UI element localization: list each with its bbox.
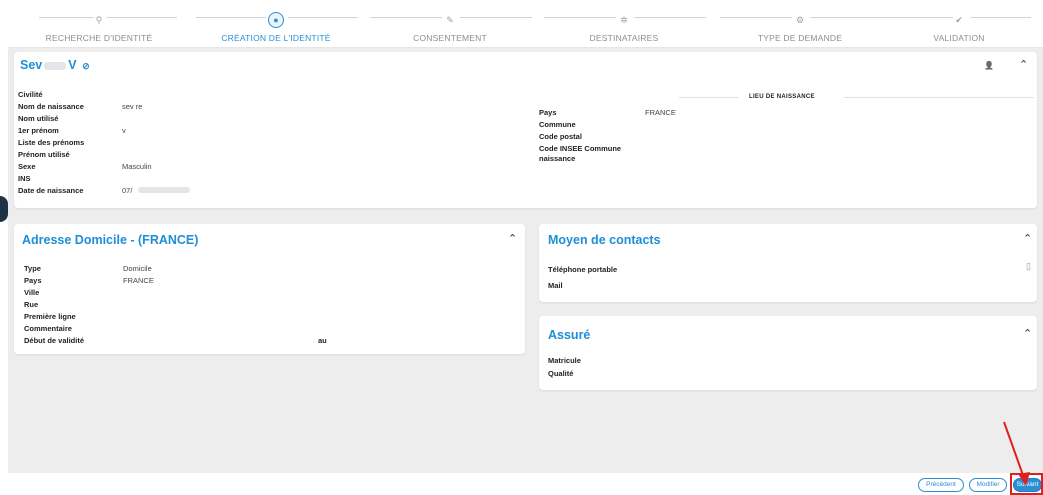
identity-name: Sev V ⊘ <box>20 58 90 72</box>
step-identity-search[interactable]: ⚲ RECHERCHE D'IDENTITÉ <box>19 10 179 43</box>
step-recipients[interactable]: ✲ DESTINATAIRES <box>544 10 706 43</box>
step-identity-creation[interactable]: ● CRÉATION DE L'IDENTITÉ <box>196 10 358 43</box>
side-panel-toggle[interactable] <box>0 196 8 222</box>
collapse-chevron-icon[interactable]: ⌃ <box>1023 327 1032 340</box>
contacts-title: Moyen de contacts <box>548 233 661 247</box>
collapse-chevron-icon[interactable]: ⌃ <box>508 232 517 245</box>
insured-title: Assuré <box>548 328 591 342</box>
workspace: Sev V ⊘ 👤 ⌃ Civilité Nom de naissance sev … <box>8 48 1043 473</box>
check-icon: ✔ <box>955 15 963 25</box>
step-validation[interactable]: ✔ VALIDATION <box>879 10 1039 43</box>
verified-icon: ⊘ <box>82 61 90 71</box>
pointer-arrow-icon <box>1003 421 1030 486</box>
address-title: Adresse Domicile - (FRANCE) <box>22 233 199 247</box>
phone-icon: ▯ <box>1026 261 1031 271</box>
step-label: TYPE DE DEMANDE <box>757 33 843 43</box>
insured-card: Assuré ⌃ Matricule Qualité <box>539 316 1037 390</box>
contacts-card: Moyen de contacts ⌃ Téléphone portable ▯… <box>539 224 1037 302</box>
wizard-stepper: ⚲ RECHERCHE D'IDENTITÉ ● CRÉATION DE L'I… <box>8 6 1043 48</box>
collapse-chevron-icon[interactable]: ⌃ <box>1019 58 1028 71</box>
collapse-chevron-icon[interactable]: ⌃ <box>1023 232 1032 245</box>
step-consent[interactable]: ✎ CONSENTEMENT <box>370 10 532 43</box>
settings-icon: ⚙ <box>795 15 805 25</box>
edit-icon: ✎ <box>446 15 454 25</box>
address-card: Adresse Domicile - (FRANCE) ⌃ Type Domici… <box>14 224 525 354</box>
step-label: DESTINATAIRES <box>589 33 659 43</box>
group-icon: ✲ <box>620 15 628 25</box>
step-label: VALIDATION <box>933 33 985 43</box>
step-label: RECHERCHE D'IDENTITÉ <box>45 33 153 43</box>
user-icon: ● <box>268 12 284 28</box>
previous-button[interactable]: Précédent <box>918 478 964 492</box>
action-bar: Précédent Modifier Suivant <box>0 473 1043 495</box>
identity-card: Sev V ⊘ 👤 ⌃ Civilité Nom de naissance sev … <box>14 52 1037 208</box>
search-icon: ⚲ <box>95 15 103 25</box>
person-icon[interactable]: 👤 <box>984 61 994 70</box>
step-label: CRÉATION DE L'IDENTITÉ <box>221 33 331 43</box>
step-request-type[interactable]: ⚙ TYPE DE DEMANDE <box>720 10 882 43</box>
step-label: CONSENTEMENT <box>413 33 487 43</box>
